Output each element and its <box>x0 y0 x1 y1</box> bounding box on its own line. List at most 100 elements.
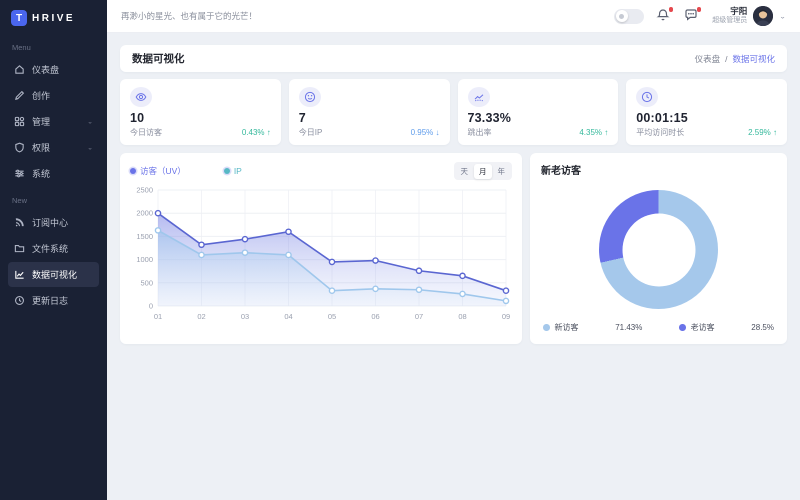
home-icon <box>14 64 25 75</box>
svg-text:500: 500 <box>140 278 153 287</box>
stat-change: 2.59% ↑ <box>748 128 777 137</box>
stat-card-bounce-rate: 73.33% 跳出率 4.35% ↑ <box>458 79 619 145</box>
svg-text:06: 06 <box>371 312 379 321</box>
legend-label: IP <box>234 166 242 176</box>
trend-icon <box>473 91 485 103</box>
legend-value-new: 71.43% <box>615 323 642 332</box>
range-button-month[interactable]: 月 <box>474 164 493 179</box>
legend-value-returning: 28.5% <box>751 323 774 332</box>
logo-t-icon: T <box>11 10 27 26</box>
svg-text:09: 09 <box>502 312 510 321</box>
svg-text:05: 05 <box>328 312 336 321</box>
sidebar-item-permissions[interactable]: 权限 ⌄ <box>8 135 99 160</box>
donut-chart[interactable] <box>599 190 718 309</box>
breadcrumb-parent[interactable]: 仪表盘 <box>695 53 721 65</box>
notification-badge <box>669 7 674 12</box>
chevron-down-icon: ⌄ <box>779 12 786 19</box>
chevron-down-icon: ⌄ <box>87 118 93 124</box>
sidebar-item-manage[interactable]: 管理 ⌄ <box>8 109 99 134</box>
range-selector: 天 月 年 <box>454 162 513 180</box>
svg-text:08: 08 <box>458 312 466 321</box>
app-logo[interactable]: T HRIVE <box>8 9 99 34</box>
sidebar: T HRIVE Menu 仪表盘 创作 管理 ⌄ 权限 ⌄ 系统 New 订阅中… <box>0 0 107 500</box>
sidebar-item-label: 管理 <box>32 115 50 128</box>
stat-value: 10 <box>130 111 271 125</box>
sidebar-item-data-visualization[interactable]: 数据可视化 <box>8 262 99 287</box>
sliders-icon <box>14 168 25 179</box>
svg-text:03: 03 <box>241 312 249 321</box>
messages-button[interactable] <box>684 8 700 24</box>
arrow-up-icon: ↑ <box>773 128 777 137</box>
range-button-day[interactable]: 天 <box>455 164 474 179</box>
line-chart-svg: 05001000150020002500010203040506070809 <box>130 180 512 336</box>
sidebar-item-files[interactable]: 文件系统 <box>8 236 99 261</box>
arrow-up-icon: ↑ <box>267 128 271 137</box>
user-menu[interactable]: 宇阳 超级管理员 ⌄ <box>712 6 786 26</box>
sidebar-item-label: 数据可视化 <box>32 268 77 281</box>
legend-item-new-visitors[interactable]: 新访客 <box>543 322 579 333</box>
sidebar-item-create[interactable]: 创作 <box>8 83 99 108</box>
stat-change: 4.35% ↑ <box>579 128 608 137</box>
legend-dot <box>543 324 550 331</box>
stat-change: 0.43% ↑ <box>242 128 271 137</box>
svg-text:1000: 1000 <box>136 255 153 264</box>
dark-mode-toggle[interactable] <box>614 9 644 24</box>
avatar <box>753 6 773 26</box>
stat-value: 7 <box>299 111 440 125</box>
sidebar-item-system[interactable]: 系统 <box>8 161 99 186</box>
donut-chart-title: 新老访客 <box>541 162 776 177</box>
donut-legend: 新访客 71.43% 老访客 28.5% <box>541 322 776 335</box>
svg-text:07: 07 <box>415 312 423 321</box>
legend-item-uv[interactable]: 访客（UV） <box>130 165 186 177</box>
stat-card-visitors: 10 今日访客 0.43% ↑ <box>120 79 281 145</box>
pencil-icon <box>14 90 25 101</box>
sidebar-item-label: 更新日志 <box>32 294 68 307</box>
message-badge <box>697 7 702 12</box>
arrow-up-icon: ↑ <box>604 128 608 137</box>
legend-label: 新访客 <box>555 322 579 333</box>
breadcrumb-current[interactable]: 数据可视化 <box>732 53 775 65</box>
sidebar-item-subscriptions[interactable]: 订阅中心 <box>8 210 99 235</box>
sidebar-item-label: 权限 <box>32 141 50 154</box>
stats-row: 10 今日访客 0.43% ↑ 7 今日IP 0.95% ↓ 73.33% 跳出… <box>120 79 787 145</box>
stat-value: 00:01:15 <box>636 111 777 125</box>
sidebar-item-changelog[interactable]: 更新日志 <box>8 288 99 313</box>
arrow-down-icon: ↓ <box>436 128 440 137</box>
grid-icon <box>14 116 25 127</box>
legend-label: 老访客 <box>691 322 715 333</box>
header-motto: 再渺小的星光、也有属于它的光芒！ <box>121 10 257 22</box>
sidebar-item-dashboard[interactable]: 仪表盘 <box>8 57 99 82</box>
chart-icon <box>14 269 25 280</box>
stat-label: 今日IP <box>299 127 323 138</box>
logo-text: HRIVE <box>32 13 75 24</box>
svg-text:04: 04 <box>284 312 292 321</box>
svg-text:2500: 2500 <box>136 186 153 195</box>
sidebar-item-label: 文件系统 <box>32 242 68 255</box>
range-button-year[interactable]: 年 <box>492 164 511 179</box>
notifications-button[interactable] <box>656 8 672 24</box>
legend-item-returning-visitors[interactable]: 老访客 <box>679 322 715 333</box>
stat-label: 跳出率 <box>468 127 492 138</box>
uv-ip-chart-card: 访客（UV） IP 天 月 年 050010001500200025000102… <box>120 153 522 344</box>
line-chart[interactable]: 05001000150020002500010203040506070809 <box>130 180 512 341</box>
svg-text:0: 0 <box>149 302 153 311</box>
eye-icon <box>135 91 147 103</box>
legend-dot <box>679 324 686 331</box>
svg-text:1500: 1500 <box>136 232 153 241</box>
svg-text:02: 02 <box>197 312 205 321</box>
stat-change: 0.95% ↓ <box>411 128 440 137</box>
folder-icon <box>14 243 25 254</box>
legend-item-ip[interactable]: IP <box>224 166 242 176</box>
chevron-down-icon: ⌄ <box>87 144 93 150</box>
shield-icon <box>14 142 25 153</box>
page-title: 数据可视化 <box>132 51 185 66</box>
user-role: 超级管理员 <box>712 17 747 26</box>
history-icon <box>14 295 25 306</box>
sidebar-section-new: New <box>12 196 95 205</box>
clock-icon <box>641 91 653 103</box>
charts-row: 访客（UV） IP 天 月 年 050010001500200025000102… <box>120 153 787 344</box>
stat-card-avg-duration: 00:01:15 平均访问时长 2.59% ↑ <box>626 79 787 145</box>
stat-label: 今日访客 <box>130 127 162 138</box>
legend-label: 访客（UV） <box>140 165 186 177</box>
stat-label: 平均访问时长 <box>636 127 684 138</box>
